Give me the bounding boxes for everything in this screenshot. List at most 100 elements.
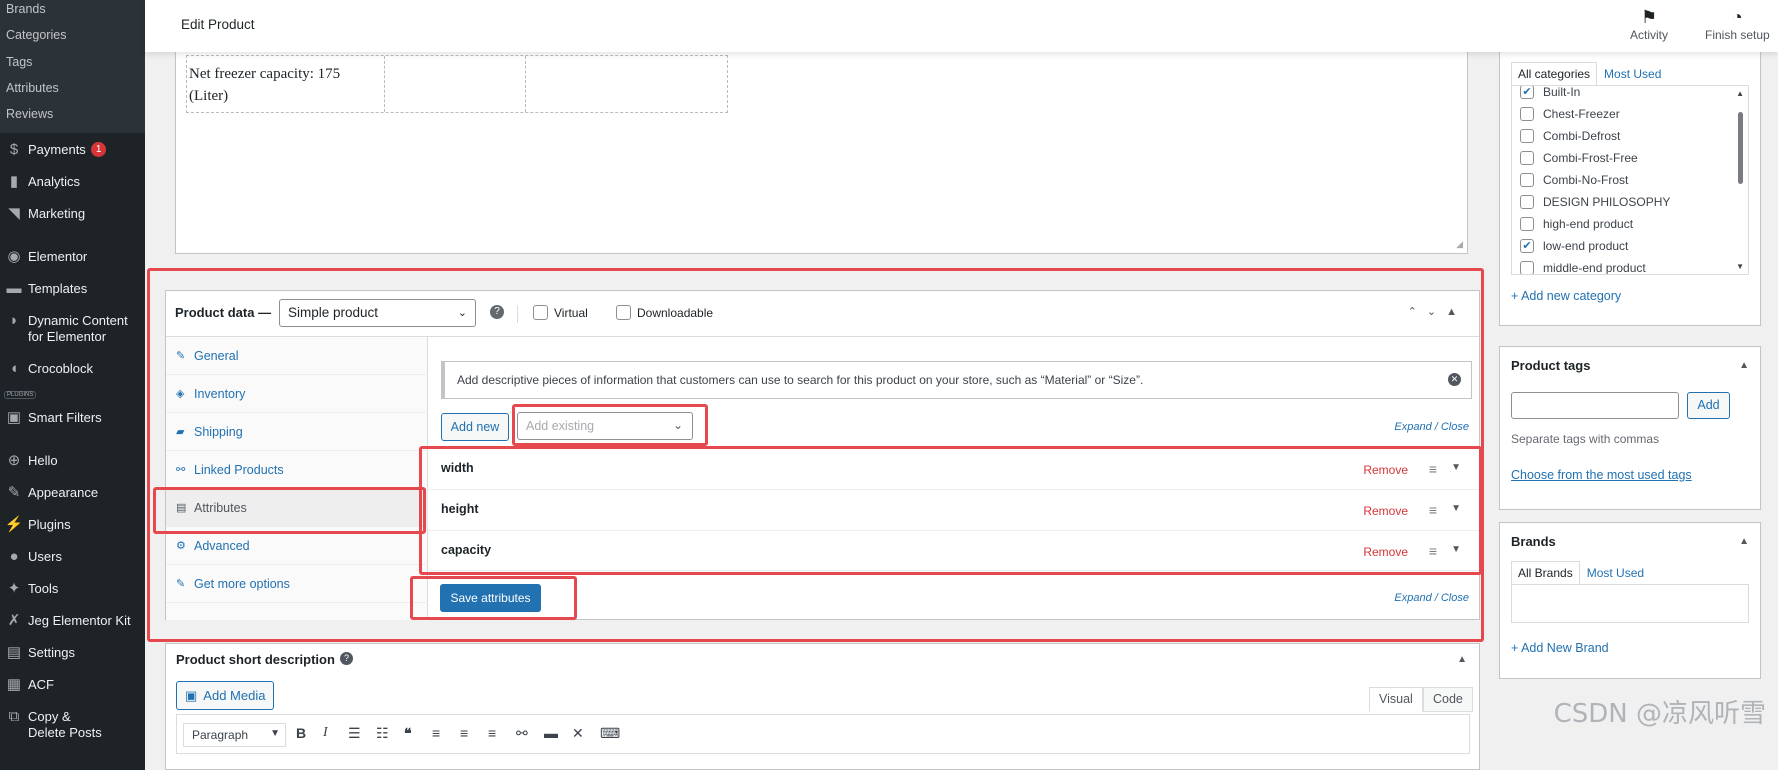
tab-all-brands[interactable]: All Brands: [1511, 561, 1580, 585]
finish-setup-button[interactable]: ◔ Finish setup: [1705, 6, 1770, 42]
drag-handle-icon[interactable]: ≡: [1429, 543, 1437, 559]
remove-attribute-link[interactable]: Remove: [1363, 463, 1408, 477]
category-item[interactable]: Combi-Frost-Free: [1520, 151, 1638, 165]
bullet-list-icon[interactable]: ☰: [348, 725, 361, 742]
activity-button[interactable]: ⚑ Activity: [1630, 6, 1668, 42]
checkbox-box[interactable]: [1520, 261, 1534, 274]
attribute-row-height[interactable]: height Remove ≡ ▼: [428, 489, 1479, 530]
sidebar-item-acf[interactable]: ▦ ACF: [0, 677, 145, 693]
sidebar-item-elementor[interactable]: ◉ Elementor: [0, 249, 145, 265]
blockquote-icon[interactable]: ❝: [404, 725, 412, 742]
help-icon[interactable]: ?: [340, 652, 353, 665]
close-icon[interactable]: ✕: [1448, 373, 1461, 386]
attribute-row-width[interactable]: width Remove ≡ ▼: [428, 448, 1479, 489]
tab-linked-products[interactable]: ⚯ Linked Products: [166, 451, 428, 489]
add-new-brand-link[interactable]: + Add New Brand: [1511, 641, 1609, 655]
italic-icon[interactable]: I: [323, 725, 328, 741]
tab-code[interactable]: Code: [1423, 687, 1473, 712]
category-item[interactable]: middle-end product: [1520, 261, 1646, 274]
remove-attribute-link[interactable]: Remove: [1363, 545, 1408, 559]
sidebar-item-settings[interactable]: ▤ Settings: [0, 645, 145, 661]
fullscreen-icon[interactable]: ✕: [572, 725, 584, 742]
tab-attributes[interactable]: ▤ Attributes: [166, 489, 428, 527]
keyboard-icon[interactable]: ⌨: [600, 725, 620, 742]
sidebar-item-smart-filters[interactable]: ▣ Smart Filters: [0, 410, 145, 426]
tab-visual[interactable]: Visual: [1369, 687, 1423, 712]
tab-general[interactable]: ✎ General: [166, 337, 428, 375]
sidebar-item-hello[interactable]: ⊕ Hello: [0, 453, 145, 469]
checkbox-box[interactable]: [1520, 151, 1534, 165]
description-editor[interactable]: Net freezer capacity: 175 (Liter) ◢: [175, 40, 1468, 254]
link-icon[interactable]: ⚯: [516, 725, 528, 742]
sidebar-item-jeg-elementor-kit[interactable]: ✗ Jeg Elementor Kit: [0, 613, 145, 629]
category-item[interactable]: Combi-Defrost: [1520, 129, 1620, 143]
save-attributes-button[interactable]: Save attributes: [440, 584, 541, 612]
align-center-icon[interactable]: ≡: [460, 725, 468, 741]
panel-order-arrows-icon[interactable]: ⌃⌄▲: [1408, 305, 1467, 318]
sidebar-item-templates[interactable]: ▬ Templates: [0, 281, 145, 297]
checkbox-box[interactable]: [533, 305, 548, 320]
collapse-icon[interactable]: ▲: [1457, 654, 1467, 665]
sidebar-item-tools[interactable]: ✦ Tools: [0, 581, 145, 597]
collapse-icon[interactable]: ▲: [1739, 536, 1749, 547]
choose-most-used-tags-link[interactable]: Choose from the most used tags: [1511, 468, 1692, 482]
add-new-attribute-button[interactable]: Add new: [441, 413, 509, 441]
numbered-list-icon[interactable]: ☷: [376, 725, 389, 742]
checkbox-box[interactable]: [1520, 195, 1534, 209]
sidebar-item-analytics[interactable]: ▮ Analytics: [0, 174, 145, 190]
chevron-down-icon[interactable]: ▼: [1451, 544, 1461, 555]
product-type-select[interactable]: Simple product ⌄: [279, 299, 476, 327]
submenu-tags[interactable]: Tags: [6, 55, 32, 69]
add-tag-button[interactable]: Add: [1687, 392, 1730, 419]
read-more-icon[interactable]: ▬: [544, 725, 558, 741]
downloadable-checkbox[interactable]: Downloadable: [616, 305, 713, 320]
tab-get-more-options[interactable]: ✎ Get more options: [166, 565, 428, 603]
add-media-button[interactable]: ▣ Add Media: [176, 681, 274, 710]
tab-shipping[interactable]: ▰ Shipping: [166, 413, 428, 451]
sidebar-item-payments[interactable]: $ Payments 1: [0, 142, 145, 158]
sidebar-item-crocoblock[interactable]: ◖ Crocoblock: [0, 361, 145, 377]
align-right-icon[interactable]: ≡: [488, 725, 496, 741]
tag-input[interactable]: [1511, 392, 1679, 419]
scroll-up-icon[interactable]: ▲: [1736, 89, 1744, 98]
sidebar-item-copy-delete-posts[interactable]: ⧉ Copy & Delete Posts: [0, 709, 145, 741]
sidebar-item-dynamic-content[interactable]: ◗ Dynamic Content for Elementor: [0, 313, 145, 345]
add-new-category-link[interactable]: + Add new category: [1511, 289, 1621, 303]
tab-advanced[interactable]: ⚙ Advanced: [166, 527, 428, 565]
sidebar-item-marketing[interactable]: ◥ Marketing: [0, 206, 145, 222]
sidebar-item-appearance[interactable]: ✎ Appearance: [0, 485, 145, 501]
submenu-categories[interactable]: Categories: [6, 28, 66, 42]
checkbox-box[interactable]: [1520, 129, 1534, 143]
virtual-checkbox[interactable]: Virtual: [533, 305, 588, 320]
collapse-icon[interactable]: ▲: [1739, 360, 1749, 371]
expand-close-link[interactable]: Expand / Close: [1394, 592, 1469, 604]
paragraph-format-select[interactable]: Paragraph ▼: [183, 723, 286, 747]
align-left-icon[interactable]: ≡: [432, 725, 440, 741]
resize-handle-icon[interactable]: ◢: [1456, 239, 1463, 250]
drag-handle-icon[interactable]: ≡: [1429, 461, 1437, 477]
tab-most-used-brands[interactable]: Most Used: [1580, 561, 1651, 585]
category-item[interactable]: Chest-Freezer: [1520, 107, 1620, 121]
tab-most-used-categories[interactable]: Most Used: [1597, 62, 1668, 86]
scroll-down-icon[interactable]: ▼: [1736, 262, 1744, 271]
submenu-attributes[interactable]: Attributes: [6, 81, 59, 95]
remove-attribute-link[interactable]: Remove: [1363, 504, 1408, 518]
submenu-brands[interactable]: Brands: [6, 2, 46, 16]
checkbox-box[interactable]: [1520, 217, 1534, 231]
checkbox-box[interactable]: [1520, 107, 1534, 121]
checkbox-checked[interactable]: ✔: [1520, 239, 1534, 253]
help-icon[interactable]: ?: [490, 305, 504, 319]
checkbox-checked[interactable]: ✔: [1520, 86, 1534, 99]
scrollbar[interactable]: ▲ ▼: [1735, 87, 1747, 273]
attribute-row-capacity[interactable]: capacity Remove ≡ ▼: [428, 530, 1479, 571]
category-item[interactable]: high-end product: [1520, 217, 1633, 231]
tab-all-categories[interactable]: All categories: [1511, 62, 1598, 86]
expand-close-link[interactable]: Expand / Close: [1394, 421, 1469, 433]
category-item[interactable]: Combi-No-Frost: [1520, 173, 1628, 187]
chevron-down-icon[interactable]: ▼: [1451, 462, 1461, 473]
sidebar-item-users[interactable]: ● Users: [0, 549, 145, 565]
category-item[interactable]: ✔ Built-In: [1520, 86, 1580, 99]
submenu-reviews[interactable]: Reviews: [6, 107, 53, 121]
category-item[interactable]: ✔ low-end product: [1520, 239, 1628, 253]
category-item[interactable]: DESIGN PHILOSOPHY: [1520, 195, 1670, 209]
